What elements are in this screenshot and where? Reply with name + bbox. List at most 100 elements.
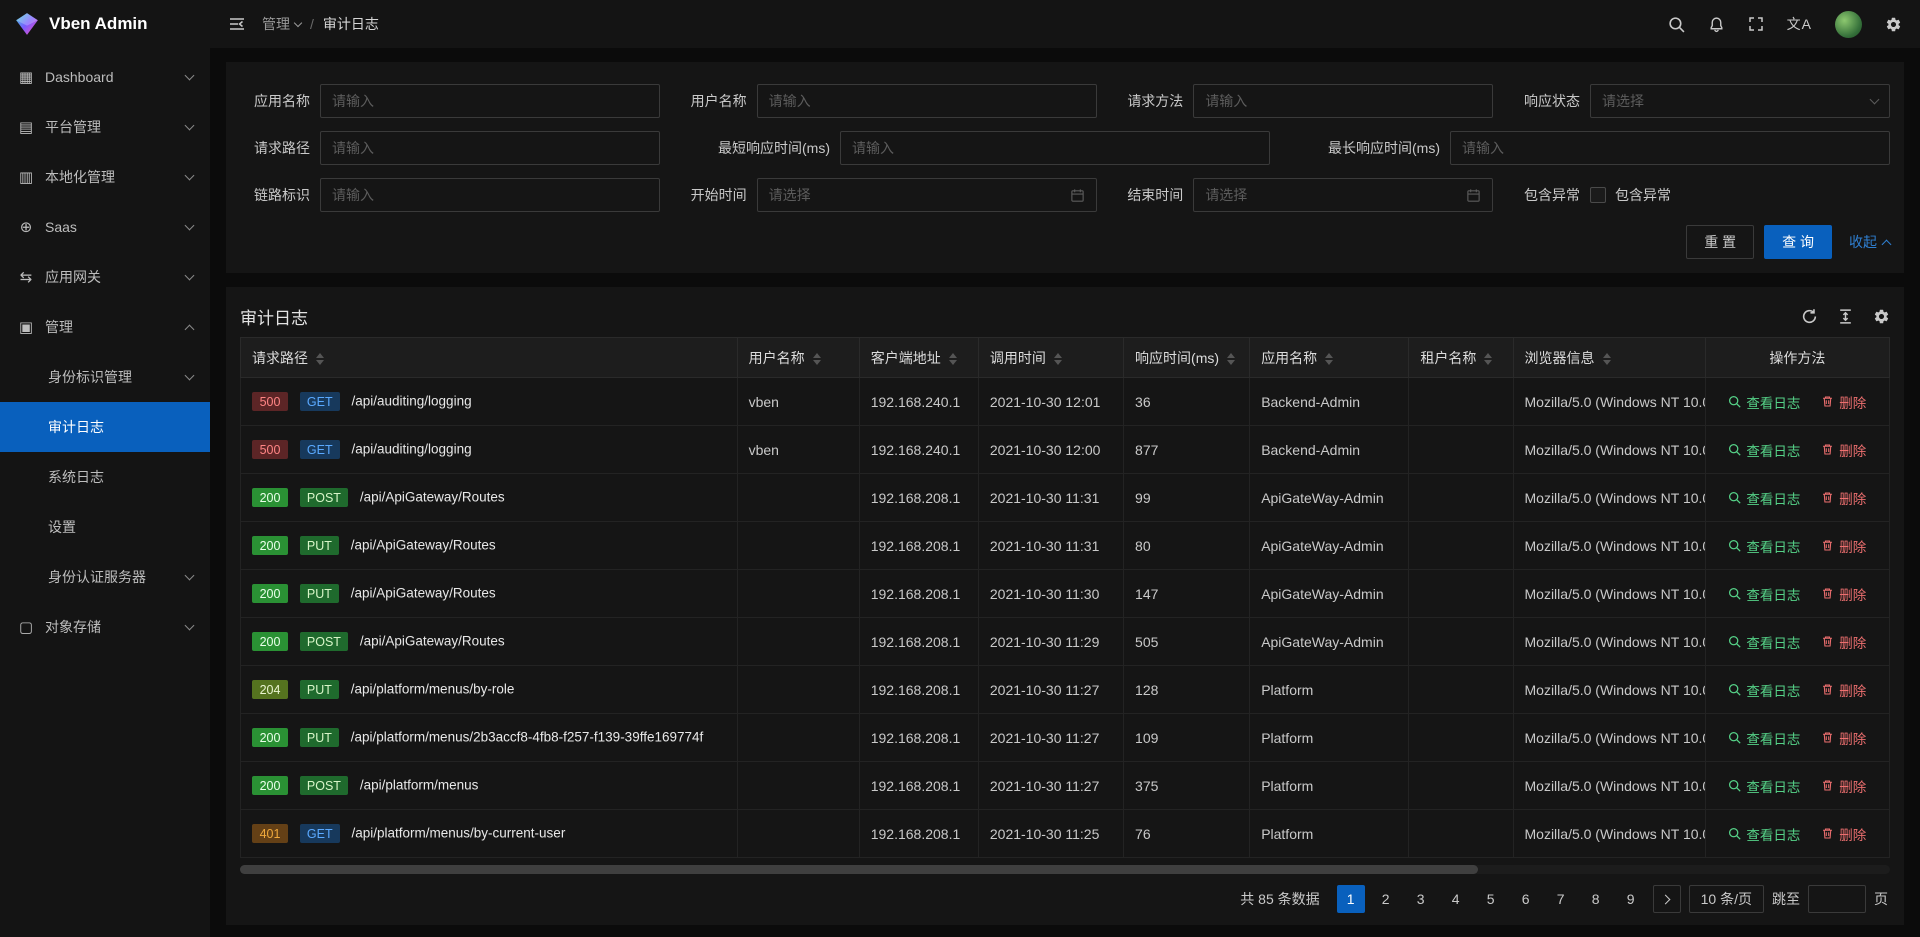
pagination-total: 共 85 条数据 <box>1240 889 1319 909</box>
column-header-user-name[interactable]: 用户名称 <box>737 338 859 378</box>
browser-info-cell: Mozilla/5.0 (Windows NT 10.0; Win <box>1513 618 1705 666</box>
view-log-link[interactable]: 查看日志 <box>1728 584 1800 604</box>
menu-label: 本地化管理 <box>45 167 115 187</box>
page-button[interactable]: 3 <box>1407 885 1435 913</box>
table-settings-icon[interactable] <box>1873 308 1890 325</box>
app-name-input[interactable] <box>320 84 660 118</box>
sidebar-item[interactable]: ▦ Dashboard <box>0 52 210 102</box>
page-size-select[interactable]: 10 条/页 <box>1689 885 1764 913</box>
page-button[interactable]: 1 <box>1337 885 1365 913</box>
sidebar-item[interactable]: 身份认证服务器 <box>0 552 210 602</box>
start-time-picker[interactable]: 请选择 <box>757 178 1097 212</box>
trash-icon <box>1821 779 1834 792</box>
sidebar-item[interactable]: ▤ 平台管理 <box>0 102 210 152</box>
app-name-cell: ApiGateWay-Admin <box>1250 570 1409 618</box>
sidebar-item[interactable]: 审计日志 <box>0 402 210 452</box>
search-button[interactable]: 查 询 <box>1764 225 1832 259</box>
http-status-select[interactable]: 请选择 <box>1590 84 1890 118</box>
logo[interactable]: Vben Admin <box>0 0 210 48</box>
view-log-link[interactable]: 查看日志 <box>1728 488 1800 508</box>
app-name-cell: Platform <box>1250 714 1409 762</box>
sidebar-fold-icon[interactable] <box>228 15 246 33</box>
fullscreen-icon[interactable] <box>1748 16 1764 32</box>
sidebar-item[interactable]: 身份标识管理 <box>0 352 210 402</box>
sidebar-item[interactable]: ⇆ 应用网关 <box>0 252 210 302</box>
column-header-browser-info[interactable]: 浏览器信息 <box>1513 338 1705 378</box>
view-log-link[interactable]: 查看日志 <box>1728 824 1800 844</box>
view-log-link[interactable]: 查看日志 <box>1728 728 1800 748</box>
delete-link[interactable]: 删除 <box>1821 680 1866 700</box>
next-page-button[interactable] <box>1653 885 1681 913</box>
collapse-link[interactable]: 收起 <box>1849 232 1890 252</box>
sidebar-item[interactable]: ▣ 管理 <box>0 302 210 352</box>
menu-label: 系统日志 <box>48 467 104 487</box>
magnifier-icon <box>1728 779 1741 792</box>
search-icon[interactable] <box>1668 16 1685 33</box>
trace-id-input[interactable] <box>320 178 660 212</box>
view-log-link[interactable]: 查看日志 <box>1728 440 1800 460</box>
sidebar-item[interactable]: 设置 <box>0 502 210 552</box>
bell-icon[interactable] <box>1708 16 1725 33</box>
column-header-tenant-name[interactable]: 租户名称 <box>1409 338 1513 378</box>
has-exception-checkbox[interactable] <box>1590 187 1606 203</box>
delete-link[interactable]: 删除 <box>1821 536 1866 556</box>
view-log-link[interactable]: 查看日志 <box>1728 536 1800 556</box>
view-log-link[interactable]: 查看日志 <box>1728 680 1800 700</box>
method-badge: PUT <box>300 728 339 747</box>
delete-link[interactable]: 删除 <box>1821 776 1866 796</box>
avatar[interactable] <box>1835 11 1862 38</box>
delete-link[interactable]: 删除 <box>1821 440 1866 460</box>
page-button[interactable]: 5 <box>1477 885 1505 913</box>
status-badge: 401 <box>252 824 288 843</box>
page-button[interactable]: 8 <box>1582 885 1610 913</box>
column-header-response-time[interactable]: 响应时间(ms) <box>1124 338 1250 378</box>
user-name-input[interactable] <box>757 84 1097 118</box>
delete-link[interactable]: 删除 <box>1821 824 1866 844</box>
min-response-time-input[interactable] <box>840 131 1270 165</box>
view-log-link[interactable]: 查看日志 <box>1728 632 1800 652</box>
delete-link[interactable]: 删除 <box>1821 728 1866 748</box>
request-path-input[interactable] <box>320 131 660 165</box>
page-button[interactable]: 4 <box>1442 885 1470 913</box>
delete-link[interactable]: 删除 <box>1821 632 1866 652</box>
delete-link[interactable]: 删除 <box>1821 488 1866 508</box>
sidebar-item[interactable]: 系统日志 <box>0 452 210 502</box>
user-name-cell <box>737 474 859 522</box>
refresh-icon[interactable] <box>1801 308 1818 325</box>
user-name-cell <box>737 570 859 618</box>
column-header-app-name[interactable]: 应用名称 <box>1250 338 1409 378</box>
delete-label: 删除 <box>1839 536 1866 556</box>
column-height-icon[interactable] <box>1837 308 1854 325</box>
view-log-link[interactable]: 查看日志 <box>1728 776 1800 796</box>
user-name-cell <box>737 762 859 810</box>
chevron-icon <box>185 271 195 281</box>
reset-button[interactable]: 重 置 <box>1686 225 1754 259</box>
column-header-call-time[interactable]: 调用时间 <box>978 338 1123 378</box>
view-log-link[interactable]: 查看日志 <box>1728 392 1800 412</box>
sidebar-item[interactable]: ⊕ Saas <box>0 202 210 252</box>
breadcrumb-parent-label: 管理 <box>262 14 290 34</box>
client-address-cell: 192.168.240.1 <box>859 378 978 426</box>
page-button[interactable]: 9 <box>1617 885 1645 913</box>
breadcrumb-current[interactable]: 审计日志 <box>323 14 379 34</box>
page-button[interactable]: 2 <box>1372 885 1400 913</box>
breadcrumb-parent[interactable]: 管理 <box>262 14 301 34</box>
end-time-picker[interactable]: 请选择 <box>1193 178 1493 212</box>
http-method-input[interactable] <box>1193 84 1493 118</box>
request-path-cell: 200 POST /api/platform/menus <box>241 762 738 810</box>
jump-page-input[interactable] <box>1808 885 1866 913</box>
page-button[interactable]: 7 <box>1547 885 1575 913</box>
page-button[interactable]: 6 <box>1512 885 1540 913</box>
menu-label: 应用网关 <box>45 267 101 287</box>
sidebar-item[interactable]: ▥ 本地化管理 <box>0 152 210 202</box>
table-row: 200 PUT /api/ApiGateway/Routes 192.168.2… <box>241 570 1890 618</box>
locale-icon[interactable]: 文A <box>1787 14 1812 34</box>
column-header-request-path[interactable]: 请求路径 <box>241 338 738 378</box>
column-header-client-address[interactable]: 客户端地址 <box>859 338 978 378</box>
settings-gear-icon[interactable] <box>1885 16 1902 33</box>
sidebar-item[interactable]: ▢ 对象存储 <box>0 602 210 652</box>
delete-link[interactable]: 删除 <box>1821 584 1866 604</box>
scrollbar-thumb[interactable] <box>240 865 1478 874</box>
delete-link[interactable]: 删除 <box>1821 392 1866 412</box>
max-response-time-input[interactable] <box>1450 131 1890 165</box>
